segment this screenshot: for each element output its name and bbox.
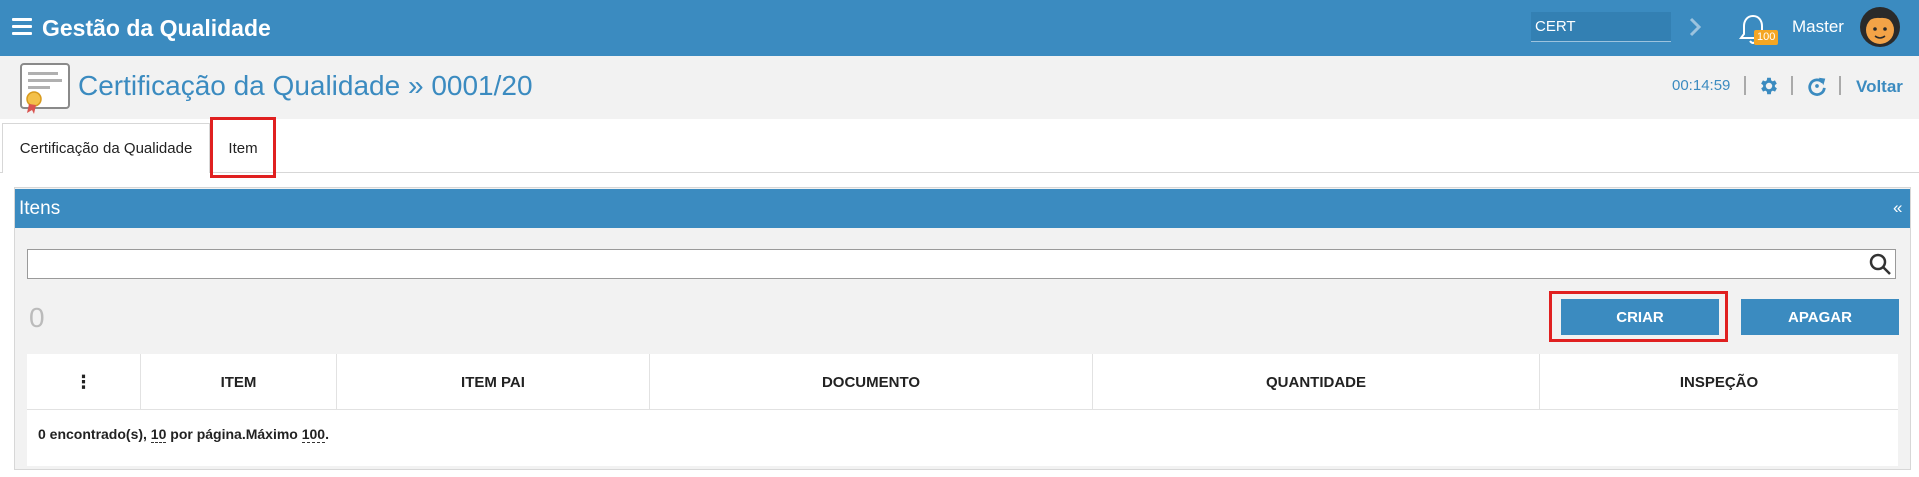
- panel-title: Itens: [19, 198, 61, 219]
- divider: [1839, 76, 1841, 95]
- avatar[interactable]: [1859, 6, 1901, 48]
- divider: [1791, 76, 1793, 95]
- column-header-item[interactable]: ITEM: [141, 354, 337, 410]
- search-icon[interactable]: [1868, 252, 1892, 276]
- column-header-quantidade[interactable]: QUANTIDADE: [1093, 354, 1540, 410]
- column-header-item-pai[interactable]: ITEM PAI: [337, 354, 650, 410]
- tab-highlight: [210, 117, 276, 178]
- refresh-icon[interactable]: [1806, 75, 1828, 97]
- user-name[interactable]: Master: [1792, 17, 1844, 37]
- pagination-info: 0 encontrado(s), 10 por página.Máximo 10…: [38, 426, 329, 443]
- back-button[interactable]: Voltar: [1856, 77, 1903, 97]
- delete-button[interactable]: APAGAR: [1741, 299, 1899, 335]
- menu-icon[interactable]: [12, 18, 32, 35]
- column-header-documento[interactable]: DOCUMENTO: [650, 354, 1093, 410]
- create-button-highlight: [1549, 291, 1728, 342]
- session-timer: 00:14:59: [1672, 77, 1731, 94]
- tab-bar: [0, 119, 1919, 173]
- record-count: 0: [29, 302, 45, 333]
- gear-icon[interactable]: [1758, 75, 1780, 97]
- chevron-right-icon[interactable]: [1686, 15, 1704, 39]
- found-count-text: 0 encontrado(s),: [38, 426, 151, 442]
- per-page-text: por página.Máximo: [166, 426, 302, 442]
- module-code-input[interactable]: [1531, 12, 1671, 42]
- app-title: Gestão da Qualidade: [42, 15, 271, 41]
- panel-header: [15, 189, 1910, 228]
- column-menu-icon[interactable]: ⋮: [27, 354, 141, 410]
- items-table: ⋮ ITEM ITEM PAI DOCUMENTO QUANTIDADE INS…: [27, 354, 1898, 466]
- tab-certificacao[interactable]: Certificação da Qualidade: [2, 123, 210, 173]
- table-header: ⋮ ITEM ITEM PAI DOCUMENTO QUANTIDADE INS…: [27, 354, 1898, 410]
- search-input[interactable]: [29, 251, 1859, 277]
- certificate-icon: [20, 63, 70, 114]
- collapse-icon[interactable]: «: [1893, 198, 1902, 218]
- column-header-inspecao[interactable]: INSPEÇÃO: [1540, 354, 1898, 410]
- per-page-select[interactable]: 10: [150, 426, 167, 443]
- divider: [1744, 76, 1746, 95]
- notification-badge: 100: [1754, 30, 1779, 45]
- page-title: Certificação da Qualidade » 0001/20: [78, 70, 533, 101]
- footer-end: .: [325, 426, 329, 442]
- max-select[interactable]: 100: [301, 426, 326, 443]
